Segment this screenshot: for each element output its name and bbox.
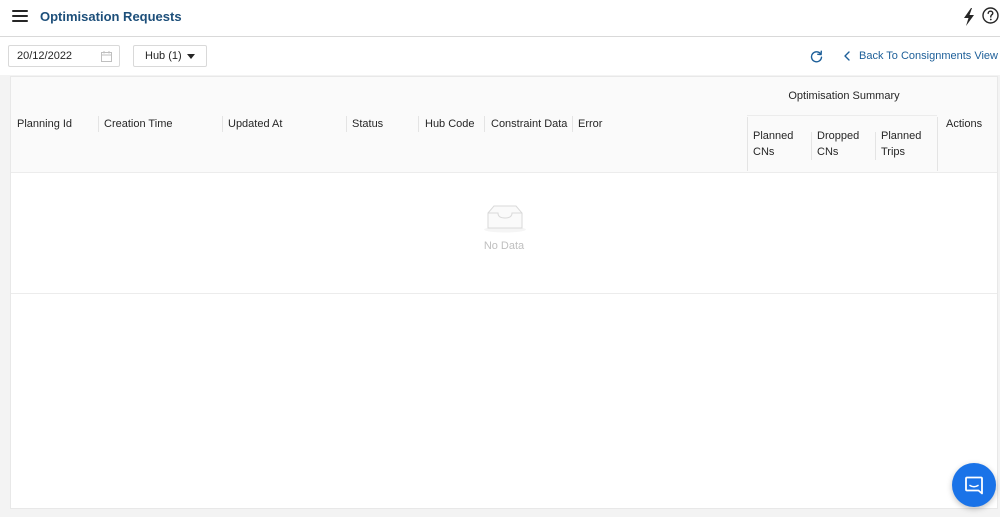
help-circle-icon[interactable] — [982, 7, 999, 24]
chevron-left-icon — [844, 51, 850, 61]
column-header-constraint-data[interactable]: Constraint Data — [491, 118, 567, 130]
hamburger-menu-icon[interactable] — [12, 10, 28, 24]
column-header-error[interactable]: Error — [578, 118, 602, 130]
column-divider — [811, 132, 812, 160]
caret-down-icon — [187, 54, 195, 59]
column-divider — [98, 116, 99, 132]
group-divider — [747, 115, 937, 116]
calendar-icon — [101, 51, 112, 62]
column-divider — [418, 116, 419, 132]
filter-bar: 20/12/2022 Hub (1) Back To Consignments … — [0, 37, 1000, 75]
page-title: Optimisation Requests — [40, 9, 182, 24]
planned-trips-label-line2: Trips — [881, 146, 906, 158]
column-header-status[interactable]: Status — [352, 118, 383, 130]
date-picker[interactable]: 20/12/2022 — [8, 45, 120, 67]
hub-select[interactable]: Hub (1) — [133, 45, 207, 67]
column-header-planned-cns[interactable]: Planned CNs — [753, 128, 793, 160]
optimisation-requests-table: Planning Id Creation Time Updated At Sta… — [10, 76, 998, 509]
column-header-updated-at[interactable]: Updated At — [228, 118, 282, 130]
empty-state: No Data — [11, 173, 997, 294]
top-bar: Optimisation Requests — [0, 0, 1000, 37]
column-group-optimisation-summary: Optimisation Summary — [788, 90, 900, 102]
column-header-planning-id[interactable]: Planning Id — [17, 118, 72, 130]
hub-select-value: Hub (1) — [145, 50, 182, 62]
refresh-icon[interactable] — [810, 50, 823, 63]
column-header-hub-code[interactable]: Hub Code — [425, 118, 475, 130]
planned-cns-label-line1: Planned — [753, 130, 794, 142]
column-divider — [572, 116, 573, 132]
column-header-actions: Actions — [946, 118, 983, 130]
table-header: Planning Id Creation Time Updated At Sta… — [11, 77, 997, 173]
dropped-cns-label-line1: Dropped — [817, 130, 860, 142]
planned-trips-label-line1: Planned — [881, 130, 922, 142]
column-header-dropped-cns[interactable]: Dropped CNs — [817, 128, 859, 160]
lightning-bolt-icon[interactable] — [962, 8, 976, 26]
column-divider — [346, 116, 347, 132]
column-header-planned-trips[interactable]: Planned Trips — [881, 128, 921, 160]
column-divider — [484, 116, 485, 132]
chat-launcher-button[interactable] — [952, 463, 996, 507]
column-divider — [222, 116, 223, 132]
chat-bubble-icon — [965, 476, 983, 495]
empty-state-text: No Data — [483, 240, 525, 252]
dropped-cns-label-line2: CNs — [817, 146, 839, 158]
empty-inbox-icon — [484, 205, 526, 233]
column-divider — [875, 132, 876, 160]
column-divider — [937, 117, 938, 171]
date-value: 20/12/2022 — [17, 50, 73, 62]
column-divider — [747, 117, 748, 171]
back-link-label: Back To Consignments View — [859, 50, 998, 62]
planned-cns-label-line2: CNs — [753, 146, 775, 158]
column-header-creation-time[interactable]: Creation Time — [104, 118, 172, 130]
